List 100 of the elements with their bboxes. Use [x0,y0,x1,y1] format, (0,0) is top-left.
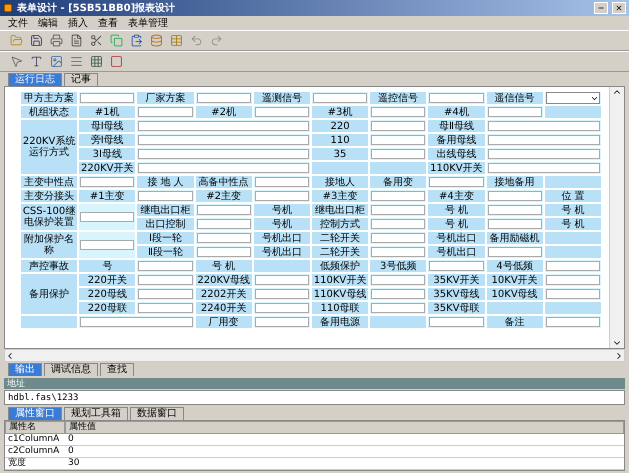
form-blank-cell [544,302,601,314]
form-label: 低频保护 [312,260,368,272]
input-field[interactable] [138,135,309,145]
input-field[interactable] [196,93,251,103]
input-field[interactable] [371,275,426,285]
input-field[interactable] [138,191,193,201]
input-field[interactable] [371,247,426,257]
input-field[interactable] [196,219,251,229]
output-tab[interactable]: 调试信息 [44,363,98,376]
minimize-button[interactable] [594,2,608,14]
input-field[interactable] [254,177,309,187]
input-field[interactable] [254,191,309,201]
input-field[interactable] [371,107,426,117]
input-field[interactable] [488,149,600,159]
input-field[interactable] [80,177,134,187]
input-field[interactable] [80,212,134,222]
input-field[interactable] [488,135,600,145]
input-field[interactable] [80,317,193,327]
input-field[interactable] [138,149,309,159]
vertical-scrollbar[interactable] [609,87,624,348]
input-field[interactable] [371,149,426,159]
copy-icon[interactable] [110,34,123,47]
input-field[interactable] [138,261,193,271]
input-field[interactable] [138,275,193,285]
input-field[interactable] [138,107,193,117]
menu-item[interactable]: 文件 [8,16,28,30]
open-folder-icon[interactable] [10,34,23,47]
document-tab[interactable]: 记事 [64,73,98,86]
undo-icon[interactable] [190,34,203,47]
scissors-icon[interactable] [90,34,103,47]
menu-item[interactable]: 编辑 [38,16,58,30]
output-tab[interactable]: 输出 [8,363,42,376]
input-field[interactable] [196,205,251,215]
input-field[interactable] [254,107,309,117]
menu-item[interactable]: 查看 [98,16,118,30]
table-icon[interactable] [170,34,183,47]
input-field[interactable] [371,303,426,313]
input-field[interactable] [429,177,484,187]
form-label: 10KV开关 [486,274,543,286]
input-field[interactable] [488,121,600,131]
horizontal-scrollbar[interactable] [4,349,625,362]
input-field[interactable] [546,289,600,299]
input-field[interactable] [546,275,600,285]
input-field[interactable] [196,247,251,257]
input-field[interactable] [312,93,368,103]
paste-icon[interactable] [130,34,143,47]
input-field[interactable] [371,135,426,145]
input-field[interactable] [254,303,309,313]
input-field[interactable] [254,275,309,285]
input-field[interactable] [371,219,426,229]
image-icon[interactable] [50,55,63,68]
address-field[interactable]: hdbl.fas\1233 [4,390,625,405]
input-field[interactable] [429,93,484,103]
input-field[interactable] [371,233,426,243]
text-tool-icon[interactable] [30,55,43,68]
input-field[interactable] [138,289,193,299]
panel-tab[interactable]: 规划工具箱 [64,407,128,420]
input-field[interactable] [546,261,600,271]
panel-tab[interactable]: 属性窗口 [8,407,62,420]
input-field[interactable] [254,289,309,299]
input-field[interactable] [488,107,542,117]
input-field[interactable] [254,317,309,327]
input-field[interactable] [196,233,251,243]
printer-icon[interactable] [50,34,63,47]
form-label: 遥信信号 [486,92,543,104]
dropdown-field[interactable] [546,92,600,104]
redo-icon[interactable] [210,34,223,47]
input-field[interactable] [488,191,542,201]
menu-item[interactable]: 插入 [68,16,88,30]
document-tab[interactable]: 运行日志 [8,73,62,86]
pointer-icon[interactable] [10,55,23,68]
input-field[interactable] [546,317,600,327]
grid-icon[interactable] [90,55,103,68]
input-field[interactable] [138,303,193,313]
close-button[interactable] [612,2,626,14]
form-label: #3主变 [312,190,368,202]
input-field[interactable] [80,93,134,103]
input-field[interactable] [371,289,426,299]
input-field[interactable] [371,191,426,201]
database-icon[interactable] [150,34,163,47]
input-field[interactable] [488,219,542,229]
input-field[interactable] [138,163,309,173]
form-label: 35KV开关 [428,274,484,286]
frame-icon[interactable] [110,55,123,68]
menu-item[interactable]: 表单管理 [128,16,168,30]
input-field[interactable] [429,317,484,327]
input-field[interactable] [138,121,309,131]
lines-icon[interactable] [70,55,83,68]
input-field[interactable] [80,240,134,250]
output-tab[interactable]: 查找 [100,363,134,376]
panel-tab[interactable]: 数据窗口 [130,407,184,420]
document-icon[interactable] [70,34,83,47]
form-label: 出口控制 [137,218,194,230]
input-field[interactable] [429,261,484,271]
input-field[interactable] [371,205,426,215]
input-field[interactable] [371,121,426,131]
input-field[interactable] [488,163,600,173]
input-field[interactable] [488,205,542,215]
save-icon[interactable] [30,34,43,47]
input-field[interactable] [488,247,542,257]
